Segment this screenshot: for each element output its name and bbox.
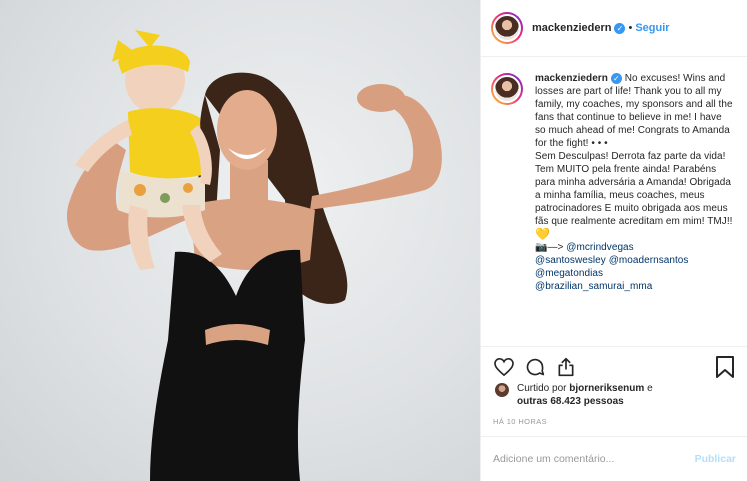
- likes-prefix: Curtido por: [517, 383, 567, 394]
- post-side-panel: mackenziedern ✓ • Seguir mackenziedern ✓ …: [480, 0, 747, 481]
- post-header: mackenziedern ✓ • Seguir: [481, 0, 747, 57]
- heart-emoji: 💛: [535, 227, 550, 241]
- likes-summary: Curtido por bjorneriksenum e outras 68.4…: [495, 382, 740, 408]
- caption-avatar[interactable]: [491, 73, 523, 105]
- follow-button[interactable]: Seguir: [635, 22, 669, 34]
- caption-text: mackenziedern ✓ No excuses! Wins and loss…: [535, 72, 735, 293]
- mention-line-1: 📷—> @mcrindvegas: [535, 241, 735, 254]
- mention-megatondias[interactable]: @megatondias: [535, 268, 603, 279]
- likes-others[interactable]: outras 68.423 pessoas: [517, 396, 624, 407]
- heart-icon[interactable]: [493, 356, 515, 378]
- mention-brazilian-samurai-mma[interactable]: @brazilian_samurai_mma: [535, 281, 652, 292]
- profile-username[interactable]: mackenziedern: [532, 22, 611, 34]
- caption-area: mackenziedern ✓ No excuses! Wins and loss…: [481, 58, 747, 346]
- verified-badge-icon: ✓: [614, 22, 626, 34]
- comment-icon[interactable]: [524, 356, 546, 378]
- share-icon[interactable]: [555, 356, 577, 378]
- publish-button[interactable]: Publicar: [695, 453, 736, 465]
- mention-line-3: @megatondias: [535, 267, 735, 280]
- caption-row: mackenziedern ✓ No excuses! Wins and loss…: [491, 72, 738, 293]
- action-bar: [481, 346, 747, 386]
- caption-line-en: No excuses! Wins and losses are part of …: [535, 73, 733, 149]
- likes-middle: e: [647, 383, 653, 394]
- caption-portuguese: Sem Desculpas! Derrota faz parte da vida…: [535, 151, 733, 227]
- caption-verified-badge-icon: ✓: [610, 73, 622, 84]
- caption-english: mackenziedern ✓ No excuses! Wins and loss…: [535, 72, 735, 150]
- comment-input[interactable]: [493, 453, 695, 465]
- mention-line-4: @brazilian_samurai_mma: [535, 280, 735, 293]
- mention-moadernsantos[interactable]: @moadernsantos: [609, 255, 689, 266]
- comment-bar: Publicar: [481, 436, 747, 481]
- profile-avatar[interactable]: [491, 12, 523, 44]
- camera-arrow: 📷—>: [535, 242, 567, 253]
- liker-avatar[interactable]: [495, 383, 509, 397]
- post-photo[interactable]: [0, 0, 480, 481]
- mention-line-2: @santoswesley @moadernsantos: [535, 254, 735, 267]
- header-separator: •: [628, 22, 633, 34]
- mention-mcrindvegas[interactable]: @mcrindvegas: [566, 242, 633, 253]
- likes-text: Curtido por bjorneriksenum e outras 68.4…: [517, 382, 653, 408]
- photo-illustration: [66, 30, 442, 481]
- post-timestamp[interactable]: HÁ 10 HORAS: [493, 417, 547, 426]
- liker-username[interactable]: bjorneriksenum: [569, 383, 644, 394]
- caption-username[interactable]: mackenziedern: [535, 73, 608, 84]
- bookmark-icon[interactable]: [716, 356, 738, 378]
- mention-santoswesley[interactable]: @santoswesley: [535, 255, 606, 266]
